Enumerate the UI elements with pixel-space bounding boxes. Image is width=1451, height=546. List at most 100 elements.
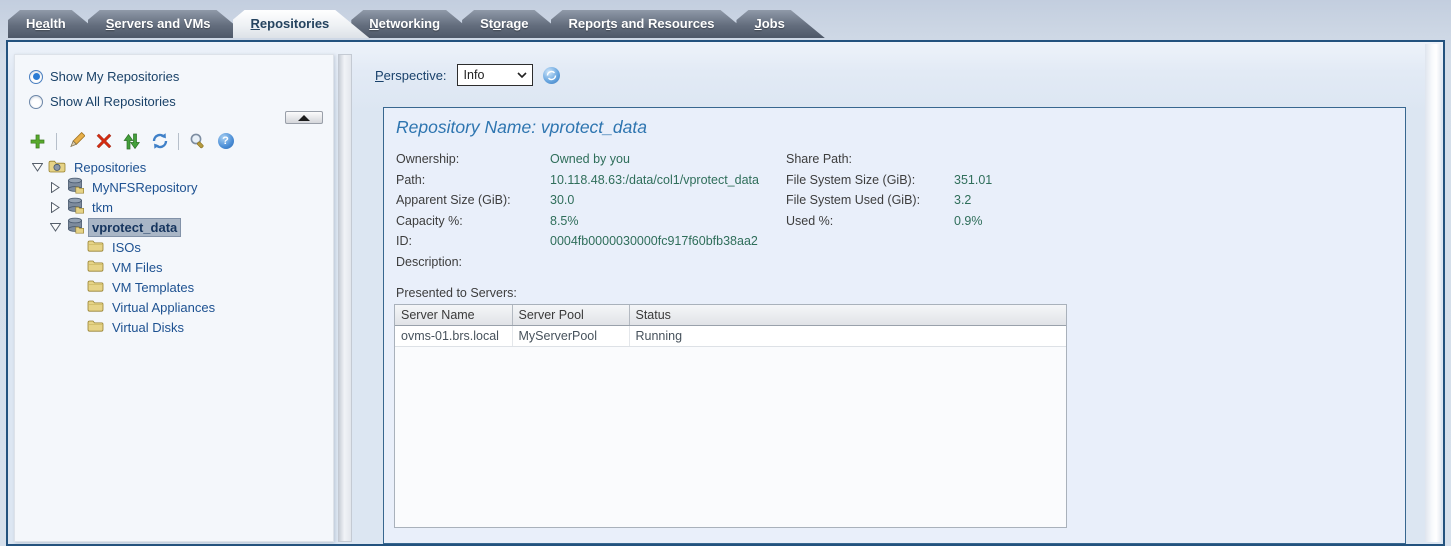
repository-icon <box>66 217 84 237</box>
tab-mnemonic: ea <box>35 16 49 31</box>
expand-closed-icon[interactable] <box>49 182 61 193</box>
tab-repositories[interactable]: Repositories <box>233 10 370 38</box>
tree-node-folder[interactable]: Virtual Disks <box>23 317 323 337</box>
collapse-arrow-icon <box>298 115 310 121</box>
table-row[interactable]: ovms-01.brs.local MyServerPool Running <box>395 325 1066 346</box>
folder-icon <box>87 299 104 315</box>
field-empty <box>954 252 1395 273</box>
field-label-used-pct: Used %: <box>786 211 954 232</box>
cell-server-name: ovms-01.brs.local <box>395 325 512 346</box>
perspective-mnemonic: P <box>375 68 384 83</box>
tab-mnemonic: N <box>369 16 378 31</box>
expand-open-icon[interactable] <box>49 222 61 232</box>
tree-node-repository[interactable]: MyNFSRepository <box>23 177 323 197</box>
tab-label: epositories <box>260 16 329 31</box>
panel-splitter[interactable] <box>338 54 352 542</box>
field-value-description <box>550 252 786 273</box>
field-empty <box>786 252 954 273</box>
radio-button-icon[interactable] <box>29 95 43 109</box>
radio-button-icon[interactable] <box>29 70 43 84</box>
field-label-ownership: Ownership: <box>396 149 550 170</box>
radio-label[interactable]: Show All Repositories <box>50 94 176 109</box>
repository-info-panel: Repository Name: vprotect_data Ownership… <box>383 107 1406 544</box>
tree-node-folder[interactable]: VM Files <box>23 257 323 277</box>
tree-node-label[interactable]: MyNFSRepository <box>89 179 200 196</box>
column-header-server-name[interactable]: Server Name <box>395 305 512 325</box>
field-label-id: ID: <box>396 231 550 252</box>
field-value-share-path <box>954 149 1395 170</box>
tree-node-label[interactable]: VM Templates <box>109 279 197 296</box>
help-icon[interactable]: ? <box>216 132 235 151</box>
presented-servers-table: Server Name Server Pool Status ovms-01.b… <box>394 304 1067 528</box>
field-label-share-path: Share Path: <box>786 149 954 170</box>
folder-icon <box>87 279 104 295</box>
field-value-capacity: 8.5% <box>550 211 786 232</box>
tab-reports-and-resources[interactable]: Reports and Resources <box>551 10 755 38</box>
field-label-fs-size: File System Size (GiB): <box>786 170 954 191</box>
tab-jobs[interactable]: Jobs <box>736 10 824 38</box>
folder-icon <box>87 239 104 255</box>
present-unpresent-icon[interactable] <box>122 132 141 151</box>
tree-node-folder[interactable]: Virtual Appliances <box>23 297 323 317</box>
field-label-description: Description: <box>396 252 550 273</box>
tree-node-label[interactable]: Virtual Disks <box>109 319 187 336</box>
tab-label: s and Resources <box>610 16 714 31</box>
find-icon[interactable] <box>188 132 207 151</box>
field-value-ownership: Owned by you <box>550 149 786 170</box>
column-header-server-pool[interactable]: Server Pool <box>512 305 629 325</box>
tab-label: ervers and VMs <box>114 16 210 31</box>
column-header-status[interactable]: Status <box>629 305 1066 325</box>
show-all-repositories-radio[interactable]: Show All Repositories <box>29 94 176 109</box>
field-value-fs-used: 3.2 <box>954 190 1395 211</box>
tree-node-label[interactable]: vprotect_data <box>89 219 180 236</box>
tab-label: St <box>480 16 493 31</box>
repository-name-title: Repository Name: vprotect_data <box>396 117 1395 138</box>
presented-to-servers-label: Presented to Servers: <box>396 286 1395 300</box>
refresh-icon[interactable] <box>150 132 169 151</box>
repositories-navigation-panel: Show My Repositories Show All Repositori… <box>14 54 334 542</box>
show-my-repositories-radio[interactable]: Show My Repositories <box>29 69 179 84</box>
vertical-scrollbar[interactable] <box>1425 44 1441 542</box>
tree-node-repository-selected[interactable]: vprotect_data <box>23 217 323 237</box>
tab-mnemonic: J <box>754 16 761 31</box>
radio-label[interactable]: Show My Repositories <box>50 69 179 84</box>
tab-servers-and-vms[interactable]: Servers and VMs <box>88 10 251 38</box>
tree-node-label[interactable]: Repositories <box>71 159 149 176</box>
perspective-label-rest: erspective: <box>384 68 447 83</box>
main-tab-bar: Health Servers and VMs Repositories Netw… <box>8 9 807 38</box>
field-empty <box>954 231 1395 252</box>
folder-icon <box>87 319 104 335</box>
cell-status: Running <box>629 325 1066 346</box>
delete-icon[interactable] <box>94 132 113 151</box>
tab-networking[interactable]: Networking <box>351 10 480 38</box>
repositories-tree: Repositories MyNFSRepository <box>23 157 323 337</box>
chevron-down-icon <box>517 72 527 78</box>
tree-node-repositories-root[interactable]: Repositories <box>23 157 323 177</box>
perspective-label: Perspective: <box>375 68 447 83</box>
tree-node-label[interactable]: tkm <box>89 199 116 216</box>
repositories-folder-icon <box>48 159 66 176</box>
perspective-bar: Perspective: Info <box>375 63 560 87</box>
field-label-path: Path: <box>396 170 550 191</box>
field-label-fs-used: File System Used (GiB): <box>786 190 954 211</box>
repository-fields: Ownership: Owned by you Share Path: Path… <box>396 149 1395 272</box>
field-value-fs-size: 351.01 <box>954 170 1395 191</box>
field-value-used-pct: 0.9% <box>954 211 1395 232</box>
tab-label: Repor <box>569 16 607 31</box>
edit-icon[interactable] <box>66 132 85 151</box>
field-value-id: 0004fb0000030000fc917f60bfb38aa2 <box>550 231 786 252</box>
expand-open-icon[interactable] <box>31 162 43 172</box>
perspective-select[interactable]: Info <box>457 64 533 86</box>
tree-node-folder[interactable]: VM Templates <box>23 277 323 297</box>
add-icon[interactable] <box>28 132 47 151</box>
folder-icon <box>87 259 104 275</box>
tree-node-folder[interactable]: ISOs <box>23 237 323 257</box>
tree-node-label[interactable]: Virtual Appliances <box>109 299 218 316</box>
collapse-panel-button[interactable] <box>285 111 323 124</box>
tree-node-repository[interactable]: tkm <box>23 197 323 217</box>
toolbar-separator <box>56 133 57 150</box>
expand-closed-icon[interactable] <box>49 202 61 213</box>
tree-node-label[interactable]: ISOs <box>109 239 144 256</box>
refresh-icon[interactable] <box>543 67 560 84</box>
tree-node-label[interactable]: VM Files <box>109 259 166 276</box>
